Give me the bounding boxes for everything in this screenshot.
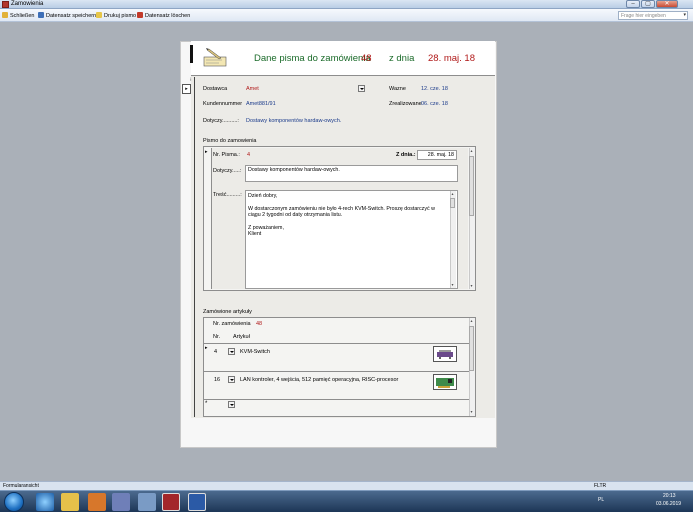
letter-subform-selector-bar [204,148,211,289]
valid-date-value[interactable]: 12. cze. 18 [421,86,448,92]
language-indicator[interactable]: PL [598,497,604,503]
clock-date[interactable]: 03.06.2019 [656,501,681,507]
lan-controller-image [433,374,457,390]
scroll-up-icon[interactable]: ▴ [469,148,474,153]
header-date: 28. maj. 18 [428,53,475,64]
status-filter-indicator: FLTR [594,483,607,489]
close-form-button[interactable]: Schließen [2,12,34,19]
letter-body-text: Dzień dobry, W dostarczonym zamówieniu n… [248,193,455,238]
delete-record-button[interactable]: Datensatz löschen [137,12,190,19]
letter-subject-label: Dotyczy.....: [213,168,242,174]
row-selector[interactable]: ▸ [205,345,208,351]
start-button-icon[interactable] [4,492,24,512]
letter-body-line: Klient [248,231,262,238]
subject-label: Dotyczy..........: [203,118,239,124]
letter-subject-field[interactable]: Dostawy komponentów hardaw-owych. [245,165,458,182]
new-record-selector[interactable]: * [205,401,207,407]
maximize-button[interactable]: ▢ [641,0,655,8]
supplier-label: Dostawca [203,86,228,92]
supplier-dropdown-button[interactable] [358,85,365,92]
items-order-number-value[interactable]: 48 [256,321,262,327]
valid-label: Wazne [389,86,406,92]
folder-icon[interactable] [61,493,79,511]
completed-date-value[interactable]: 06. cze. 18 [421,101,448,107]
kvm-switch-image [433,346,457,362]
letter-number-label: Nr. Pisma.: [213,152,240,158]
letter-body-textarea[interactable]: Dzień dobry, W dostarczonym zamówieniu n… [245,190,458,289]
letter-section-title: Pismo do zamowienia [203,138,257,144]
minimize-button[interactable]: – [626,0,640,8]
subject-value[interactable]: Dostawy komponentów hardaw-owych. [246,118,341,124]
clock-time[interactable]: 20:13 [663,493,676,499]
delete-icon [137,12,143,18]
record-selector[interactable]: ▸ [182,84,191,94]
items-section-title: Zamówione artykuły [203,309,252,315]
window-title: Zamowienia [11,1,44,7]
letter-body-label: Treść.........: [213,192,242,198]
table-row[interactable] [204,344,469,370]
scroll-down-icon[interactable]: ▾ [450,282,455,287]
status-view-mode: Formularansicht [3,483,39,489]
internet-explorer-icon[interactable] [36,493,54,511]
status-bar: Formularansicht FLTR [0,481,693,490]
print-letter-button[interactable]: Drukuj pismo [96,12,136,19]
close-window-button[interactable]: ✕ [656,0,678,8]
page-title: Dane pisma do zamówienia [254,53,371,64]
people-icon[interactable] [112,493,130,511]
row-article: KVM-Switch [240,349,270,355]
media-player-icon[interactable] [88,493,106,511]
letter-number-value[interactable]: 4 [247,152,250,158]
row-nr: 4 [214,349,218,355]
letter-record-selector[interactable]: ▸ [205,149,208,155]
letter-writing-icon [201,47,229,69]
items-order-number-label: Nr. zamówienia [213,321,251,327]
scroll-down-icon[interactable]: ▾ [469,283,474,288]
table-row[interactable] [204,372,469,398]
record-selector-bar [194,77,195,417]
chevron-down-icon[interactable]: ▾ [683,12,686,18]
window-titlebar: Zamowienia – ▢ ✕ [0,0,693,9]
customer-number-value[interactable]: Amet881/91 [246,101,276,107]
access-app-icon [2,1,9,8]
row-article: LAN kontroler, 4 wejścia, 512 pamięć ope… [240,377,399,383]
items-scroll-thumb[interactable] [469,326,474,371]
help-search-input[interactable]: Frage hier eingeben ▾ [618,11,688,20]
door-icon [2,12,8,18]
row-nr: 16 [214,377,221,383]
column-header-article: Artykuł [233,334,250,340]
header-bar-decoration [190,45,193,63]
header-date-prefix: z dnia [389,53,415,64]
scroll-up-icon[interactable]: ▴ [469,318,474,323]
save-record-button[interactable]: Datensatz speichern [38,12,96,19]
access-taskbar-icon[interactable] [162,493,180,511]
letter-date-field[interactable]: 28. maj. 18 [417,150,457,160]
scroll-down-icon[interactable]: ▾ [469,409,474,414]
save-icon [38,12,44,18]
completed-label: Zrealizowane [389,101,422,107]
letter-body-scroll-thumb[interactable] [450,198,455,208]
supplier-value[interactable]: Amet [246,86,259,92]
toolbar: Schließen Datensatz speichern Drukuj pis… [0,9,693,22]
column-header-nr: Nr. [213,334,221,340]
row-divider [204,399,469,400]
scroll-up-icon[interactable]: ▴ [450,191,455,196]
customer-number-label: Kundennummer [203,101,243,107]
tools-icon[interactable] [138,493,156,511]
letter-date-label: Z dnia.: [396,152,416,158]
word-taskbar-icon[interactable] [188,493,206,511]
letter-subform-scroll-thumb[interactable] [469,156,474,216]
article-dropdown-button[interactable] [228,401,235,408]
article-dropdown-button[interactable] [228,348,235,355]
taskbar: PL 20:13 03.06.2019 [0,490,693,512]
printer-icon [96,12,102,18]
article-dropdown-button[interactable] [228,376,235,383]
header-order-number: 48 [361,53,372,64]
